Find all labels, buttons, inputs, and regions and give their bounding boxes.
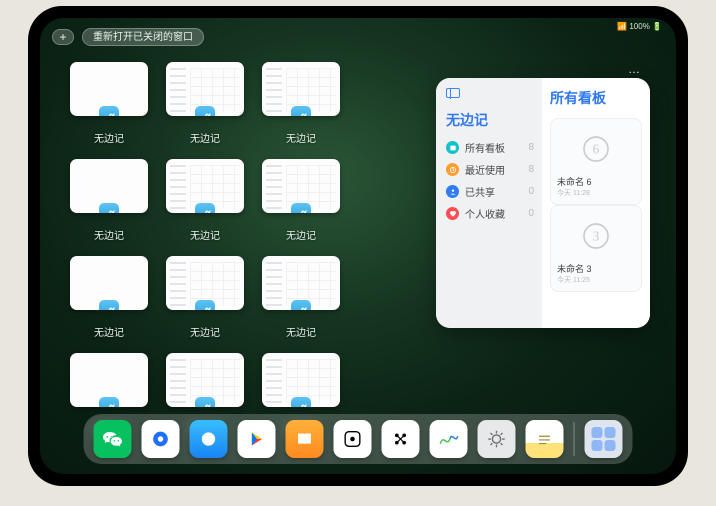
window-label: 无边记: [286, 324, 316, 339]
sidebar-item-teal[interactable]: 所有看板 8: [446, 140, 534, 155]
red-icon: [446, 207, 459, 220]
sidebar-item-count: 0: [528, 208, 534, 219]
sidebar-item-label: 已共享: [465, 184, 495, 199]
sidebar-item-count: 8: [528, 142, 534, 153]
ipad-device: 📶 100% 🔋 + 重新打开已关闭的窗口 无边记无边记无边记无边记无边记无边记…: [28, 6, 688, 486]
board-timestamp: 今天 11:25: [557, 275, 635, 285]
preview-sidebar: 无边记 所有看板 8 最近使用 8 已共享 0 个人收藏 0: [436, 78, 542, 328]
board-name: 未命名 3: [557, 262, 635, 275]
dock-app-dice[interactable]: [334, 420, 372, 458]
freeform-app-icon: [195, 203, 215, 213]
window-thumbnail[interactable]: 无边记: [70, 159, 148, 242]
window-thumbnail[interactable]: 无边记: [262, 159, 340, 242]
window-label: 无边记: [190, 227, 220, 242]
board-card[interactable]: 6 未命名 6今天 11:28: [550, 118, 642, 205]
sidebar-item-label: 所有看板: [465, 140, 505, 155]
sidebar-item-count: 0: [528, 186, 534, 197]
window-thumb-canvas: [262, 256, 340, 310]
blue-icon: [446, 185, 459, 198]
orange-icon: [446, 163, 459, 176]
freeform-app-icon: [195, 106, 215, 116]
window-thumbnail[interactable]: 无边记: [166, 256, 244, 339]
sidebar-item-red[interactable]: 个人收藏 0: [446, 206, 534, 221]
window-label: 无边记: [286, 130, 316, 145]
window-thumb-canvas: [166, 62, 244, 116]
status-bar: 📶 100% 🔋: [617, 22, 662, 31]
svg-text:3: 3: [593, 229, 600, 244]
sidebar-item-label: 个人收藏: [465, 206, 505, 221]
dock-app-wechat[interactable]: [94, 420, 132, 458]
window-label: 无边记: [190, 130, 220, 145]
dock-app-books[interactable]: [286, 420, 324, 458]
window-label: 无边记: [190, 324, 220, 339]
window-thumbnail[interactable]: 无边记: [70, 256, 148, 339]
freeform-app-icon: [99, 397, 119, 407]
reopen-closed-window-button[interactable]: 重新打开已关闭的窗口: [82, 28, 204, 46]
preview-main: 所有看板 6 未命名 6今天 11:28 3 未命名 3今天 11:25: [542, 78, 650, 328]
svg-text:6: 6: [593, 142, 600, 157]
new-window-button[interactable]: +: [52, 29, 74, 45]
dock-app-play[interactable]: [238, 420, 276, 458]
board-canvas: 3: [557, 212, 635, 260]
preview-app-title: 无边记: [446, 110, 534, 130]
ipad-screen: 📶 100% 🔋 + 重新打开已关闭的窗口 无边记无边记无边记无边记无边记无边记…: [40, 18, 676, 474]
window-label: 无边记: [286, 227, 316, 242]
window-thumbnail[interactable]: 无边记: [70, 62, 148, 145]
window-thumbnail[interactable]: 无边记: [262, 256, 340, 339]
freeform-app-icon: [99, 203, 119, 213]
window-grid: 无边记无边记无边记无边记无边记无边记无边记无边记无边记无边记无边记无边记: [70, 62, 440, 436]
window-label: 无边记: [94, 227, 124, 242]
sidebar-item-orange[interactable]: 最近使用 8: [446, 162, 534, 177]
board-card[interactable]: 3 未命名 3今天 11:25: [550, 205, 642, 292]
window-thumb-canvas: [166, 256, 244, 310]
teal-icon: [446, 141, 459, 154]
freeform-app-icon: [291, 106, 311, 116]
window-thumbnail[interactable]: 无边记: [166, 159, 244, 242]
freeform-app-icon: [99, 106, 119, 116]
window-label: 无边记: [94, 130, 124, 145]
more-menu-icon[interactable]: …: [628, 62, 642, 76]
board-canvas: 6: [557, 125, 635, 173]
sidebar-toggle-icon[interactable]: [446, 88, 460, 98]
dock-app-notes[interactable]: [526, 420, 564, 458]
window-thumb-canvas: [70, 159, 148, 213]
freeform-app-icon: [291, 203, 311, 213]
dock: [84, 414, 633, 464]
window-thumb-canvas: [262, 159, 340, 213]
dock-recent-folder[interactable]: [585, 420, 623, 458]
window-thumb-canvas: [166, 159, 244, 213]
window-thumb-canvas: [262, 62, 340, 116]
freeform-app-icon: [291, 300, 311, 310]
sidebar-item-label: 最近使用: [465, 162, 505, 177]
dock-app-dots[interactable]: [382, 420, 420, 458]
freeform-app-icon: [291, 397, 311, 407]
window-label: 无边记: [94, 324, 124, 339]
window-thumb-canvas: [166, 353, 244, 407]
dock-app-settings[interactable]: [478, 420, 516, 458]
preview-section-title: 所有看板: [550, 88, 642, 108]
sidebar-item-count: 8: [528, 164, 534, 175]
dock-app-freeform[interactable]: [430, 420, 468, 458]
top-toolbar: + 重新打开已关闭的窗口: [52, 28, 204, 46]
freeform-app-icon: [195, 300, 215, 310]
freeform-app-icon: [195, 397, 215, 407]
window-thumbnail[interactable]: 无边记: [262, 62, 340, 145]
window-thumbnail[interactable]: 无边记: [166, 62, 244, 145]
window-thumb-canvas: [262, 353, 340, 407]
board-name: 未命名 6: [557, 175, 635, 188]
freeform-app-icon: [99, 300, 119, 310]
dock-app-qq2[interactable]: [190, 420, 228, 458]
sidebar-item-blue[interactable]: 已共享 0: [446, 184, 534, 199]
freeform-preview-card[interactable]: 无边记 所有看板8最近使用8已共享0个人收藏0 所有看板 6未命名 6今天 11…: [436, 78, 650, 328]
window-thumb-canvas: [70, 256, 148, 310]
dock-app-qq1[interactable]: [142, 420, 180, 458]
dock-separator: [574, 422, 575, 456]
window-thumb-canvas: [70, 62, 148, 116]
window-thumb-canvas: [70, 353, 148, 407]
board-timestamp: 今天 11:28: [557, 188, 635, 198]
